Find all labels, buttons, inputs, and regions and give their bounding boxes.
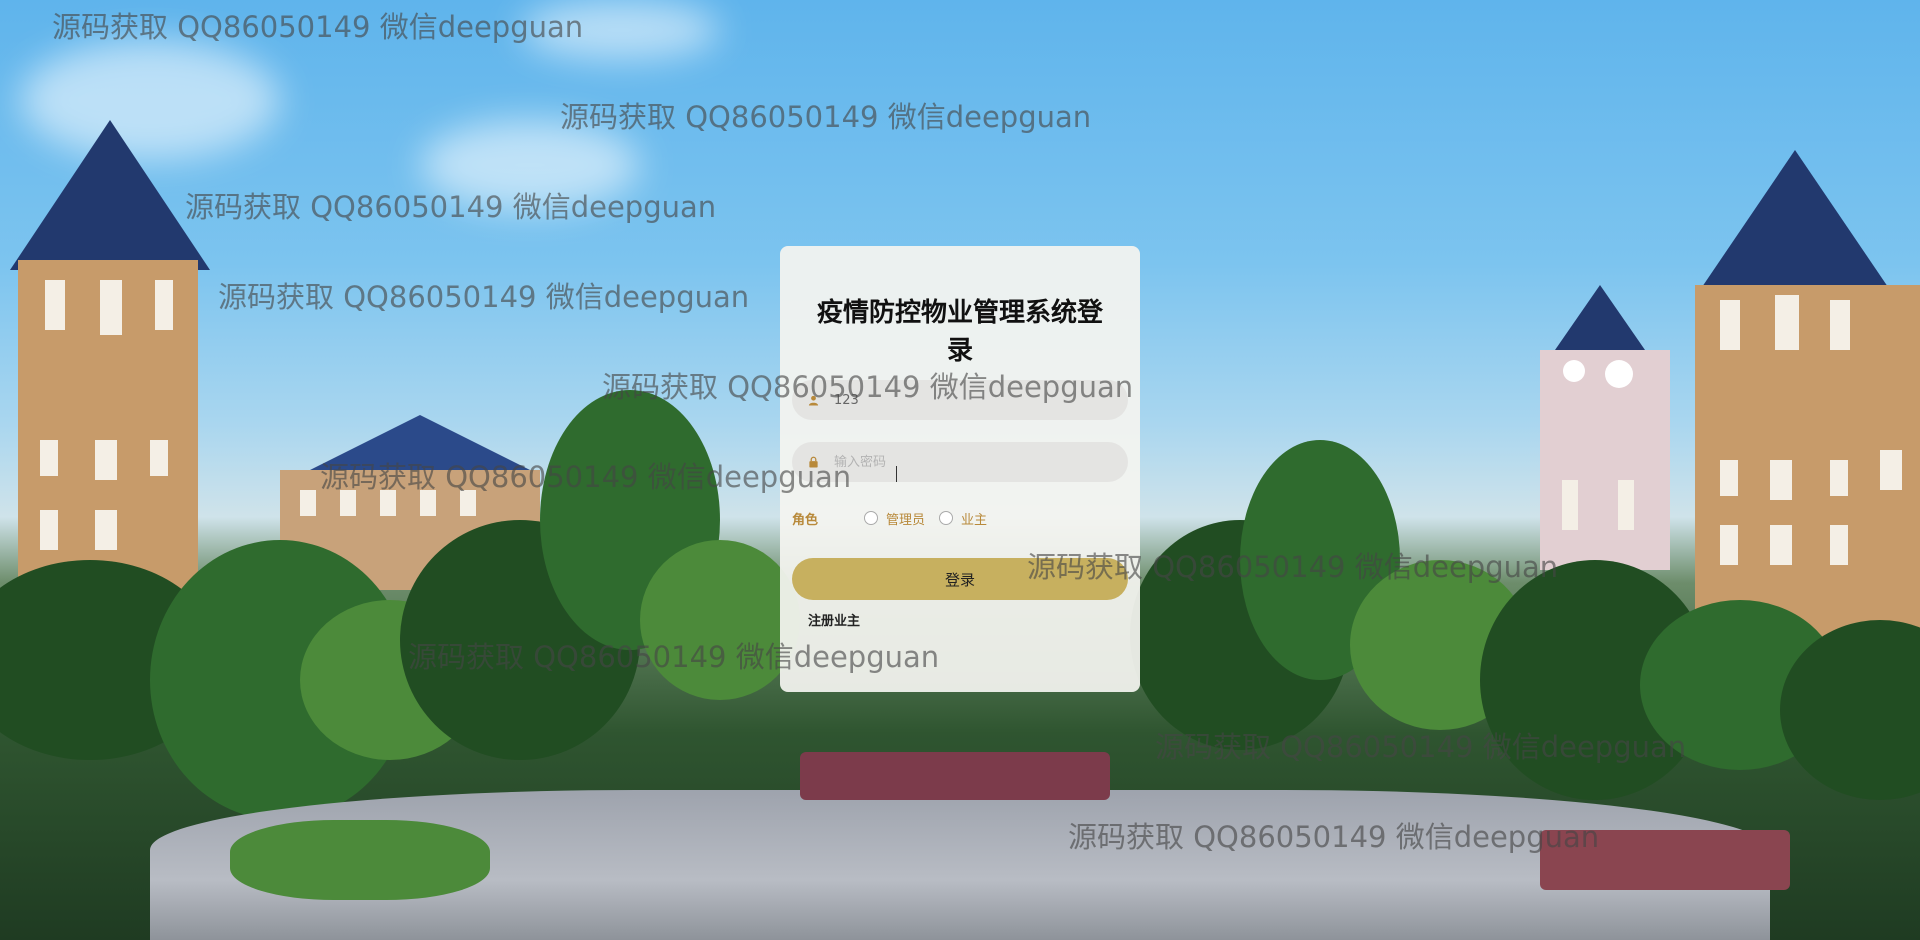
- watermark-text: 源码获取 QQ86050149 微信deepguan: [1027, 550, 1559, 584]
- role-radio-admin[interactable]: 管理员: [864, 509, 925, 528]
- role-selector: 角色 管理员 业主: [792, 506, 1128, 530]
- watermark-text: 源码获取 QQ86050149 微信deepguan: [560, 100, 1092, 134]
- watermark-text: 源码获取 QQ86050149 微信deepguan: [218, 280, 750, 314]
- watermark-text: 源码获取 QQ86050149 微信deepguan: [602, 370, 1134, 404]
- role-radio-owner[interactable]: 业主: [939, 509, 987, 528]
- password-input[interactable]: [832, 453, 1114, 471]
- watermark-text: 源码获取 QQ86050149 微信deepguan: [1155, 730, 1687, 764]
- radio-circle[interactable]: [864, 511, 879, 525]
- role-option-label: 业主: [961, 512, 988, 528]
- radio-circle[interactable]: [939, 511, 954, 525]
- watermark-text: 源码获取 QQ86050149 微信deepguan: [1068, 820, 1600, 854]
- text-cursor-icon: [896, 466, 899, 482]
- watermark-text: 源码获取 QQ86050149 微信deepguan: [320, 460, 852, 494]
- register-owner-link[interactable]: 注册业主: [808, 610, 1128, 629]
- watermark-text: 源码获取 QQ86050149 微信deepguan: [52, 10, 584, 44]
- watermark-text: 源码获取 QQ86050149 微信deepguan: [408, 640, 940, 674]
- role-option-label: 管理员: [886, 512, 926, 528]
- role-label: 角色: [792, 512, 819, 528]
- watermark-text: 源码获取 QQ86050149 微信deepguan: [185, 190, 717, 224]
- login-title: 疫情防控物业管理系统登录: [816, 298, 1103, 366]
